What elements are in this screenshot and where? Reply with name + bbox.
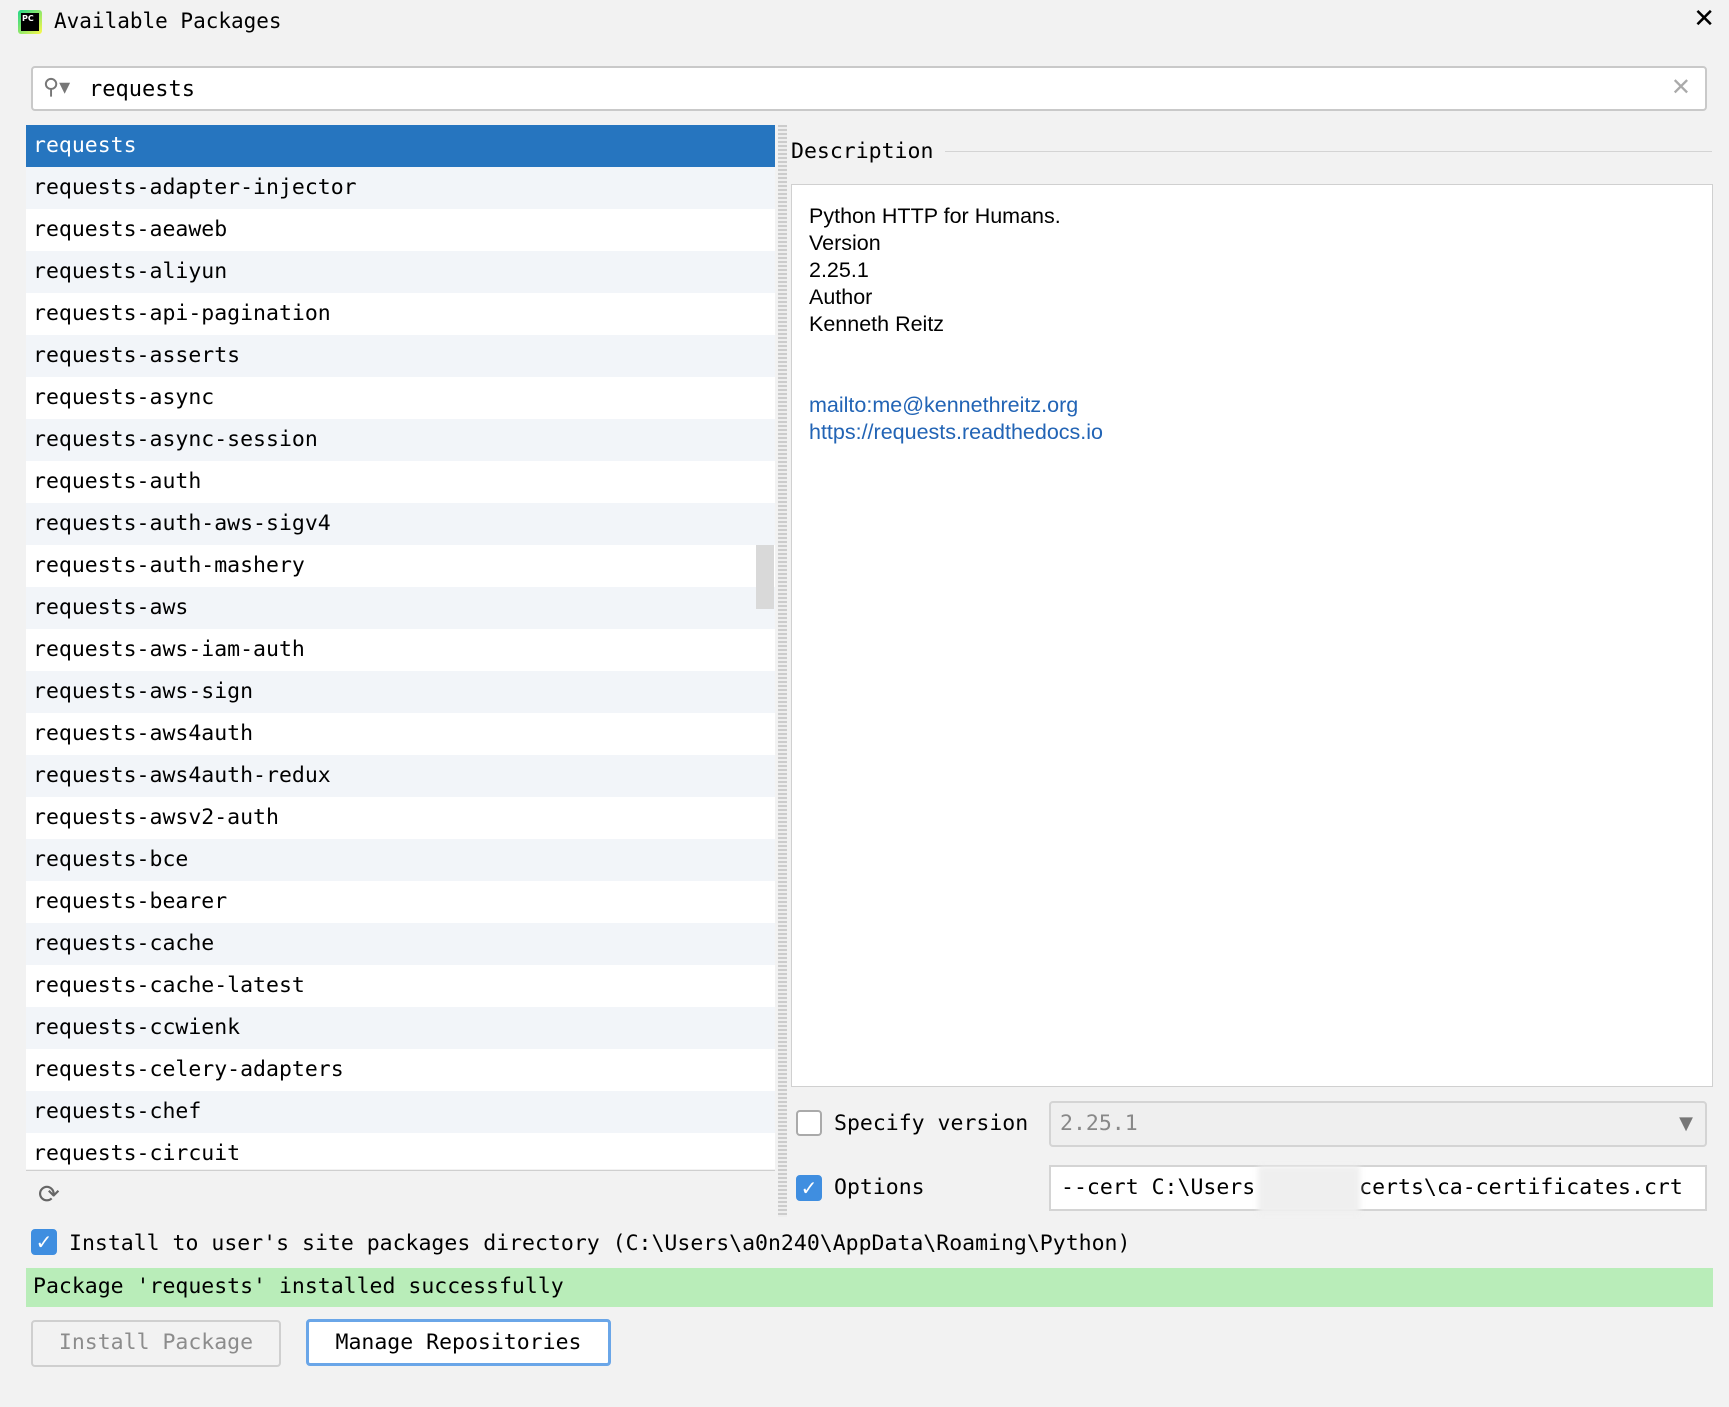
status-message: Package 'requests' installed successfull… (26, 1268, 1713, 1307)
list-scrollbar-thumb[interactable] (756, 545, 774, 609)
search-field[interactable]: ⚲▾ ✕ (31, 66, 1707, 111)
options-value-suffix: certs\ca-certificates.crt (1359, 1175, 1683, 1200)
author-email-link[interactable]: mailto:me@kennethreitz.org (809, 392, 1695, 419)
clear-search-icon[interactable]: ✕ (1671, 73, 1691, 101)
package-list-item[interactable]: requests-async (26, 377, 775, 419)
splitter-handle[interactable] (778, 125, 787, 1217)
package-list[interactable]: requests requests-adapter-injector request… (26, 125, 775, 1169)
search-input[interactable] (89, 74, 1639, 104)
install-user-label: Install to user's site packages director… (69, 1231, 1131, 1256)
package-summary: Python HTTP for Humans. (809, 204, 1061, 228)
package-list-item[interactable]: requests-async-session (26, 419, 775, 461)
options-label: Options (834, 1175, 925, 1200)
package-list-item[interactable]: requests-bearer (26, 881, 775, 923)
description-label: Description (791, 139, 934, 164)
package-list-item[interactable]: requests-aws-sign (26, 671, 775, 713)
package-list-item[interactable]: requests-aliyun (26, 251, 775, 293)
package-list-item[interactable]: requests-cache (26, 923, 775, 965)
specify-version-label: Specify version (834, 1111, 1029, 1136)
pycharm-logo-icon: PC (18, 10, 42, 34)
manage-repositories-button[interactable]: Manage Repositories (306, 1319, 611, 1366)
package-list-item[interactable]: requests-cache-latest (26, 965, 775, 1007)
close-icon[interactable]: ✕ (1693, 4, 1715, 34)
options-input[interactable]: --cert C:\Users certs\ca-certificates.crt (1049, 1165, 1707, 1211)
package-list-item[interactable]: requests-aws4auth (26, 713, 775, 755)
package-list-item[interactable]: requests-auth-aws-sigv4 (26, 503, 775, 545)
package-list-item[interactable]: requests-bce (26, 839, 775, 881)
options-checkbox[interactable]: ✓ (796, 1175, 822, 1201)
redacted-blur (1258, 1166, 1360, 1214)
package-list-item[interactable]: requests-api-pagination (26, 293, 775, 335)
package-list-item[interactable]: requests (26, 125, 775, 167)
package-list-item[interactable]: requests-aws-iam-auth (26, 629, 775, 671)
list-footer (26, 1170, 775, 1217)
chevron-down-icon: ▼ (1679, 1113, 1693, 1134)
author-value: Kenneth Reitz (809, 312, 945, 336)
package-list-item[interactable]: requests-aeaweb (26, 209, 775, 251)
package-list-item[interactable]: requests-celery-adapters (26, 1049, 775, 1091)
package-list-item[interactable]: requests-awsv2-auth (26, 797, 775, 839)
package-list-item[interactable]: requests-adapter-injector (26, 167, 775, 209)
package-list-item[interactable]: requests-circuit (26, 1133, 775, 1169)
package-list-item[interactable]: requests-ccwienk (26, 1007, 775, 1049)
refresh-icon[interactable]: ⟳ (38, 1180, 60, 1210)
window-title: Available Packages (54, 9, 282, 33)
package-list-item[interactable]: requests-chef (26, 1091, 775, 1133)
description-panel: Python HTTP for Humans. Version 2.25.1 A… (791, 184, 1713, 1087)
version-dropdown-value: 2.25.1 (1060, 1111, 1138, 1136)
specify-version-checkbox[interactable] (796, 1110, 822, 1136)
version-value: 2.25.1 (809, 258, 869, 282)
install-user-checkbox[interactable]: ✓ (31, 1229, 57, 1255)
description-divider (945, 151, 1712, 152)
package-list-item[interactable]: requests-aws4auth-redux (26, 755, 775, 797)
package-list-item[interactable]: requests-asserts (26, 335, 775, 377)
version-label: Version (809, 231, 881, 255)
options-value-prefix: --cert C:\Users (1061, 1175, 1256, 1200)
search-icon[interactable]: ⚲▾ (43, 75, 70, 100)
package-list-item[interactable]: requests-aws (26, 587, 775, 629)
install-package-button[interactable]: Install Package (31, 1320, 281, 1367)
homepage-link[interactable]: https://requests.readthedocs.io (809, 419, 1695, 446)
package-list-item[interactable]: requests-auth-mashery (26, 545, 775, 587)
author-label: Author (809, 285, 873, 309)
package-list-item[interactable]: requests-auth (26, 461, 775, 503)
version-dropdown[interactable]: 2.25.1 ▼ (1049, 1101, 1707, 1147)
